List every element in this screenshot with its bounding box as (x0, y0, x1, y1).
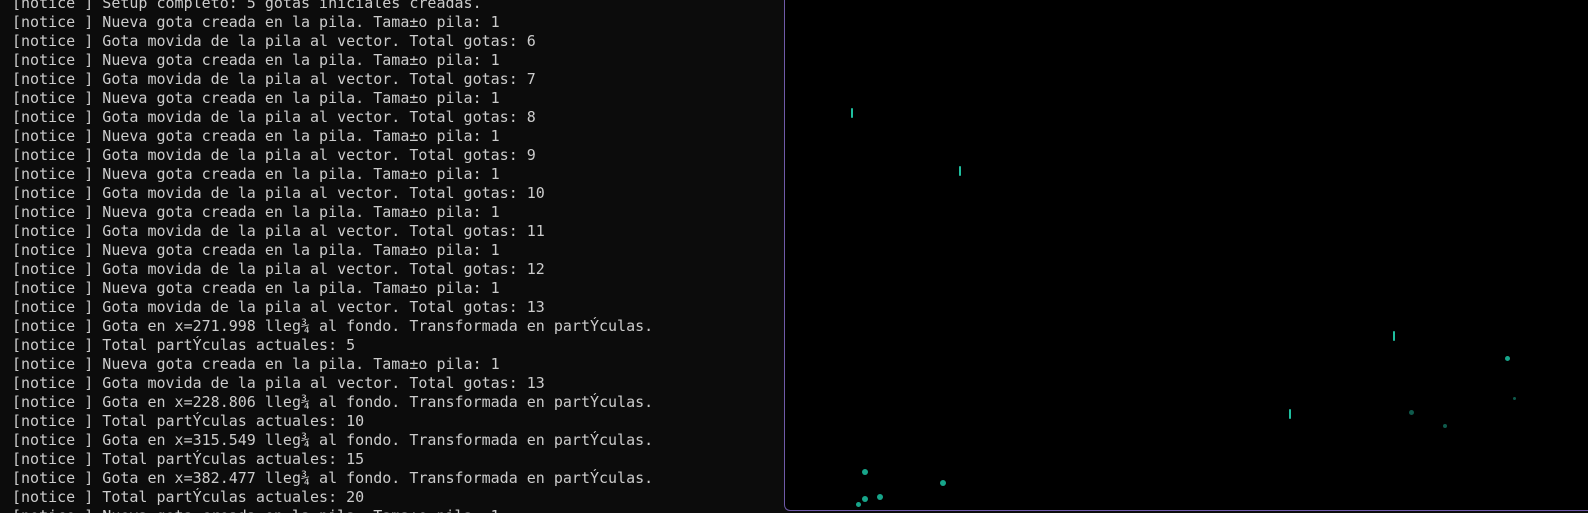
console-line: [notice ] Setup completo: 5 gotas inicia… (12, 0, 482, 12)
particle (862, 496, 868, 502)
console-line: [notice ] Gota movida de la pila al vect… (12, 374, 545, 392)
console-line: [notice ] Gota movida de la pila al vect… (12, 184, 545, 202)
console-line: [notice ] Nueva gota creada en la pila. … (12, 355, 500, 373)
particle (1409, 410, 1414, 415)
raindrop (1393, 331, 1395, 341)
console-line: [notice ] Gota movida de la pila al vect… (12, 108, 536, 126)
particle (1513, 397, 1516, 400)
console-output: [notice ] Setup completo: 5 gotas inicia… (12, 0, 653, 513)
console-line: [notice ] Nueva gota creada en la pila. … (12, 507, 653, 513)
console-window[interactable]: [notice ] Setup completo: 5 gotas inicia… (0, 0, 784, 513)
console-line: [notice ] Nueva gota creada en la pila. … (12, 13, 500, 31)
console-line: [notice ] Nueva gota creada en la pila. … (12, 89, 500, 107)
console-line: [notice ] Gota en x=228.806 lleg¾ al fon… (12, 393, 654, 411)
particle (940, 480, 946, 486)
desktop: [notice ] Setup completo: 5 gotas inicia… (0, 0, 1588, 513)
console-line: [notice ] Total partÝculas actuales: 20 (12, 488, 365, 506)
console-line: [notice ] Gota en x=382.477 lleg¾ al fon… (12, 469, 654, 487)
console-line: [notice ] Gota movida de la pila al vect… (12, 70, 536, 88)
raindrop (851, 108, 853, 118)
console-line: [notice ] Gota movida de la pila al vect… (12, 32, 536, 50)
console-line: [notice ] Nueva gota creada en la pila. … (12, 279, 500, 297)
console-line: [notice ] Nueva gota creada en la pila. … (12, 203, 500, 221)
particle (1505, 356, 1510, 361)
raindrop (1289, 409, 1291, 419)
console-line: [notice ] Gota movida de la pila al vect… (12, 298, 545, 316)
particle (862, 469, 868, 475)
console-line: [notice ] Gota movida de la pila al vect… (12, 222, 545, 240)
console-line: [notice ] Gota movida de la pila al vect… (12, 146, 536, 164)
console-line: [notice ] Nueva gota creada en la pila. … (12, 51, 500, 69)
particle (877, 494, 883, 500)
console-line: [notice ] Nueva gota creada en la pila. … (12, 165, 500, 183)
console-line: [notice ] Gota en x=271.998 lleg¾ al fon… (12, 317, 654, 335)
raindrop (959, 166, 961, 176)
console-line: [notice ] Total partÝculas actuales: 10 (12, 412, 365, 430)
console-line: [notice ] Nueva gota creada en la pila. … (12, 127, 500, 145)
console-line: [notice ] Gota en x=315.549 lleg¾ al fon… (12, 431, 654, 449)
console-line: [notice ] Total partÝculas actuales: 5 (12, 336, 356, 354)
console-line: [notice ] Nueva gota creada en la pila. … (12, 241, 500, 259)
console-line: [notice ] Gota movida de la pila al vect… (12, 260, 545, 278)
particle (1443, 424, 1447, 428)
console-line: [notice ] Total partÝculas actuales: 15 (12, 450, 365, 468)
particle (856, 502, 861, 507)
rain-simulation-canvas[interactable] (784, 0, 1588, 511)
